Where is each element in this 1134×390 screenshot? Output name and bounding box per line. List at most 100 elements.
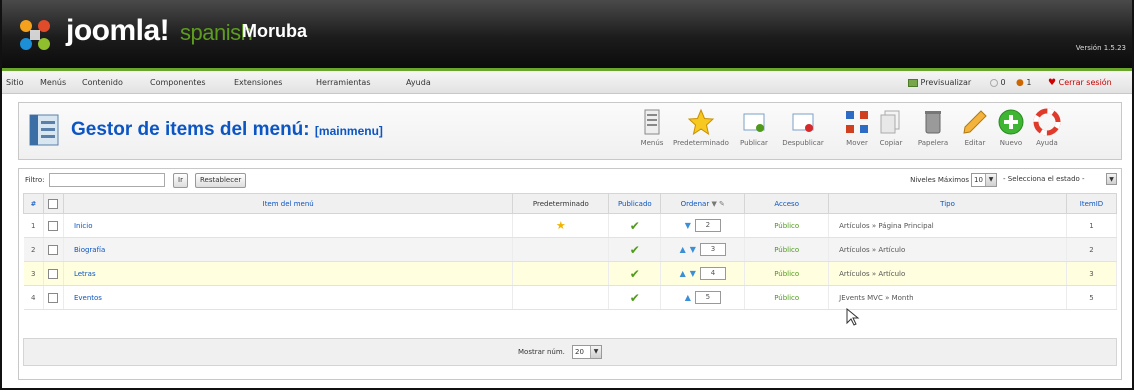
row-checkbox[interactable]	[48, 220, 59, 231]
col-num: #	[23, 193, 44, 214]
col-item[interactable]: Item del menú	[62, 193, 514, 214]
row-num: 4	[23, 285, 44, 310]
move-down-icon[interactable]: ▼	[685, 221, 691, 230]
default-star-icon[interactable]: ★	[556, 219, 566, 232]
filter-label: Filtro:	[25, 176, 45, 184]
admin-window: joomla! spanish Moruba Versión 1.5.23 Si…	[0, 0, 1134, 390]
page-title: Gestor de items del menú: [mainmenu]	[71, 119, 383, 141]
visitors-count: 0	[1000, 78, 1006, 87]
toolbar-menus-button[interactable]: Menús	[635, 108, 669, 156]
page-title-text: Gestor de items del menú:	[71, 119, 310, 140]
menu-sitio[interactable]: Sitio	[6, 78, 24, 87]
toolbar-edit-button[interactable]: Editar	[959, 108, 991, 156]
toolbar-publish-button[interactable]: Publicar	[737, 108, 771, 156]
row-access-link[interactable]: Público	[774, 270, 799, 278]
menu-ayuda[interactable]: Ayuda	[406, 78, 431, 87]
menu-componentes[interactable]: Componentes	[150, 78, 206, 87]
row-access-cell: Público	[744, 237, 830, 262]
move-up-icon[interactable]: ▲	[685, 293, 691, 302]
row-select[interactable]	[43, 213, 64, 238]
show-count-select[interactable]: 20 ▼	[572, 345, 602, 359]
row-item-link[interactable]: Biografía	[74, 246, 105, 254]
published-check-icon[interactable]: ✔	[630, 291, 640, 305]
row-type: JEvents MVC » Month	[828, 285, 1067, 310]
published-check-icon[interactable]: ✔	[630, 219, 640, 233]
menu-menus[interactable]: Menús	[40, 78, 66, 87]
brand-name: joomla!	[66, 14, 170, 47]
menu-contenido[interactable]: Contenido	[82, 78, 123, 87]
col-type[interactable]: Tipo	[828, 193, 1067, 214]
move-up-icon[interactable]: ▲	[680, 269, 686, 278]
row-num: 1	[23, 213, 44, 238]
col-checkall[interactable]	[42, 193, 64, 214]
filter-reset-button[interactable]: Restablecer	[195, 173, 247, 188]
toolbar-move-button[interactable]: Mover	[841, 108, 873, 156]
row-access-cell: Público	[744, 213, 830, 238]
published-check-icon[interactable]: ✔	[630, 267, 640, 281]
order-input[interactable]: 3	[699, 243, 726, 256]
toolbar-default-button[interactable]: Predeterminado	[671, 108, 731, 156]
row-access-link[interactable]: Público	[774, 294, 799, 302]
new-icon	[998, 109, 1024, 135]
filter-input[interactable]	[49, 173, 165, 187]
toolbar-copy-button[interactable]: Copiar	[875, 108, 907, 156]
order-input[interactable]: 5	[694, 291, 721, 304]
filter-go-button[interactable]: Ir	[173, 173, 188, 188]
state-value: - Selecciona el estado -	[1003, 175, 1085, 183]
row-item-link[interactable]: Eventos	[74, 294, 102, 302]
row-published-cell: ✔	[608, 213, 662, 238]
visitors-icon	[990, 78, 998, 87]
toolbar-copy-label: Copiar	[879, 139, 903, 147]
table-row: 1 Inicio ★ ✔ ▼ 2 Público Artículos » Pági…	[23, 213, 1118, 238]
col-order[interactable]: Ordenar ▼ ✎	[660, 193, 746, 214]
row-select[interactable]	[43, 261, 64, 286]
order-input[interactable]: 2	[694, 219, 721, 232]
col-itemid[interactable]: ItemID	[1065, 193, 1118, 214]
move-down-icon[interactable]: ▼	[690, 269, 696, 278]
menu-items-table: # Item del menú Predeterminado Publicado…	[23, 193, 1118, 310]
checkall-checkbox[interactable]	[48, 198, 59, 209]
row-access-link[interactable]: Público	[774, 222, 799, 230]
row-checkbox[interactable]	[48, 292, 59, 303]
order-input[interactable]: 4	[699, 267, 726, 280]
row-select[interactable]	[43, 285, 64, 310]
row-type: Artículos » Artículo	[828, 237, 1067, 262]
levels-select[interactable]: 10 ▼	[971, 173, 997, 187]
pagination-footer: Mostrar núm. 20 ▼	[23, 338, 1117, 366]
row-access-link[interactable]: Público	[774, 246, 799, 254]
row-published-cell: ✔	[608, 237, 662, 262]
toolbar-new-button[interactable]: Nuevo	[995, 108, 1027, 156]
row-default-cell	[512, 261, 610, 286]
row-item-link[interactable]: Letras	[74, 270, 96, 278]
filter-bar: Filtro: Ir Restablecer Niveles Máximos 1…	[19, 169, 1121, 195]
row-checkbox[interactable]	[48, 244, 59, 255]
col-published[interactable]: Publicado	[608, 193, 662, 214]
state-select[interactable]: - Selecciona el estado - ▼	[1001, 173, 1117, 187]
row-checkbox[interactable]	[48, 268, 59, 279]
row-default-cell	[512, 285, 610, 310]
toolbar-new-label: Nuevo	[999, 139, 1023, 147]
trash-icon	[925, 111, 941, 134]
preview-link[interactable]: Previsualizar	[908, 78, 971, 87]
col-access[interactable]: Acceso	[744, 193, 830, 214]
move-down-icon[interactable]: ▼	[690, 245, 696, 254]
toolbar-help-button[interactable]: Ayuda	[1031, 108, 1063, 156]
menu-extensiones[interactable]: Extensiones	[234, 78, 282, 87]
save-order-icon[interactable]: ▼ ✎	[711, 200, 724, 208]
row-select[interactable]	[43, 237, 64, 262]
toolbar-unpublish-button[interactable]: Despublicar	[779, 108, 827, 156]
col-default[interactable]: Predeterminado	[512, 193, 610, 214]
published-check-icon[interactable]: ✔	[630, 243, 640, 257]
row-item-link[interactable]: Inicio	[74, 222, 93, 230]
row-type: Artículos » Artículo	[828, 261, 1067, 286]
move-up-icon[interactable]: ▲	[680, 245, 686, 254]
menu-herramientas[interactable]: Herramientas	[316, 78, 371, 87]
row-access-cell: Público	[744, 285, 830, 310]
toolbar-trash-button[interactable]: Papelera	[913, 108, 953, 156]
row-item-cell: Inicio	[63, 213, 514, 238]
menu-items-panel: Filtro: Ir Restablecer Niveles Máximos 1…	[18, 168, 1122, 380]
chevron-down-icon: ▼	[590, 346, 601, 358]
row-itemid: 3	[1066, 261, 1118, 286]
logout-link[interactable]: ♥ Cerrar sesión	[1048, 78, 1112, 88]
monitor-icon	[908, 78, 918, 87]
